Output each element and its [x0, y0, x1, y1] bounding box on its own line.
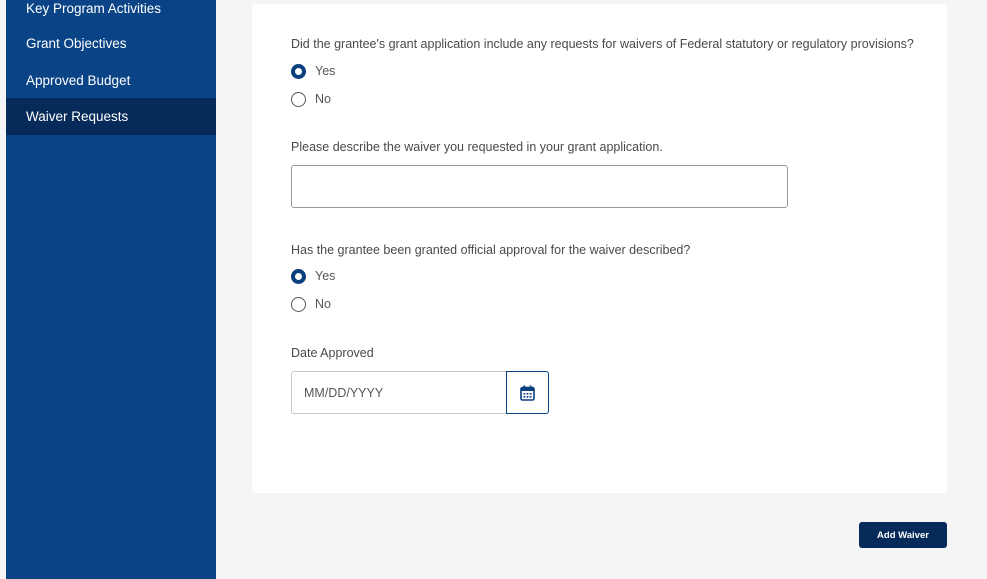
radio-label: No	[315, 297, 331, 311]
radio-unchecked-icon[interactable]	[291, 91, 306, 107]
waiver-approval-question: Has the grantee been granted official ap…	[291, 243, 691, 257]
waiver-request-question: Did the grantee's grant application incl…	[291, 37, 914, 51]
radio-label: Yes	[315, 269, 336, 283]
sidebar-item-waiver-requests[interactable]: Waiver Requests	[6, 98, 216, 135]
sidebar-item-label: Waiver Requests	[26, 109, 129, 124]
radio-checked-icon[interactable]	[291, 63, 306, 79]
sidebar-nav: Key Program Activities Grant Objectives …	[6, 0, 216, 579]
radio-checked-icon[interactable]	[291, 268, 306, 284]
waiver-description-label: Please describe the waiver you requested…	[291, 140, 663, 154]
date-placeholder: MM/DD/YYYY	[304, 385, 384, 400]
q1-yes-radio-option[interactable]: Yes	[291, 63, 335, 79]
date-approved-input[interactable]: MM/DD/YYYY	[291, 371, 507, 414]
q3-yes-radio-option[interactable]: Yes	[291, 268, 335, 284]
q1-no-radio-option[interactable]: No	[291, 91, 331, 107]
sidebar-item-grant-objectives[interactable]: Grant Objectives	[6, 25, 216, 62]
radio-unchecked-icon[interactable]	[291, 296, 306, 312]
radio-label: Yes	[315, 64, 336, 78]
radio-label: No	[315, 92, 331, 106]
calendar-button[interactable]	[506, 371, 549, 414]
waiver-description-input[interactable]	[291, 165, 788, 208]
sidebar-item-label: Key Program Activities	[26, 1, 162, 16]
sidebar-item-key-program-activities[interactable]: Key Program Activities	[6, 0, 216, 27]
date-approved-label: Date Approved	[291, 346, 374, 360]
add-waiver-button[interactable]: Add Waiver	[859, 522, 947, 548]
calendar-icon	[520, 385, 535, 401]
sidebar-item-approved-budget[interactable]: Approved Budget	[6, 62, 216, 99]
sidebar-item-label: Grant Objectives	[26, 36, 127, 51]
sidebar-item-label: Approved Budget	[26, 73, 131, 88]
q3-no-radio-option[interactable]: No	[291, 296, 331, 312]
